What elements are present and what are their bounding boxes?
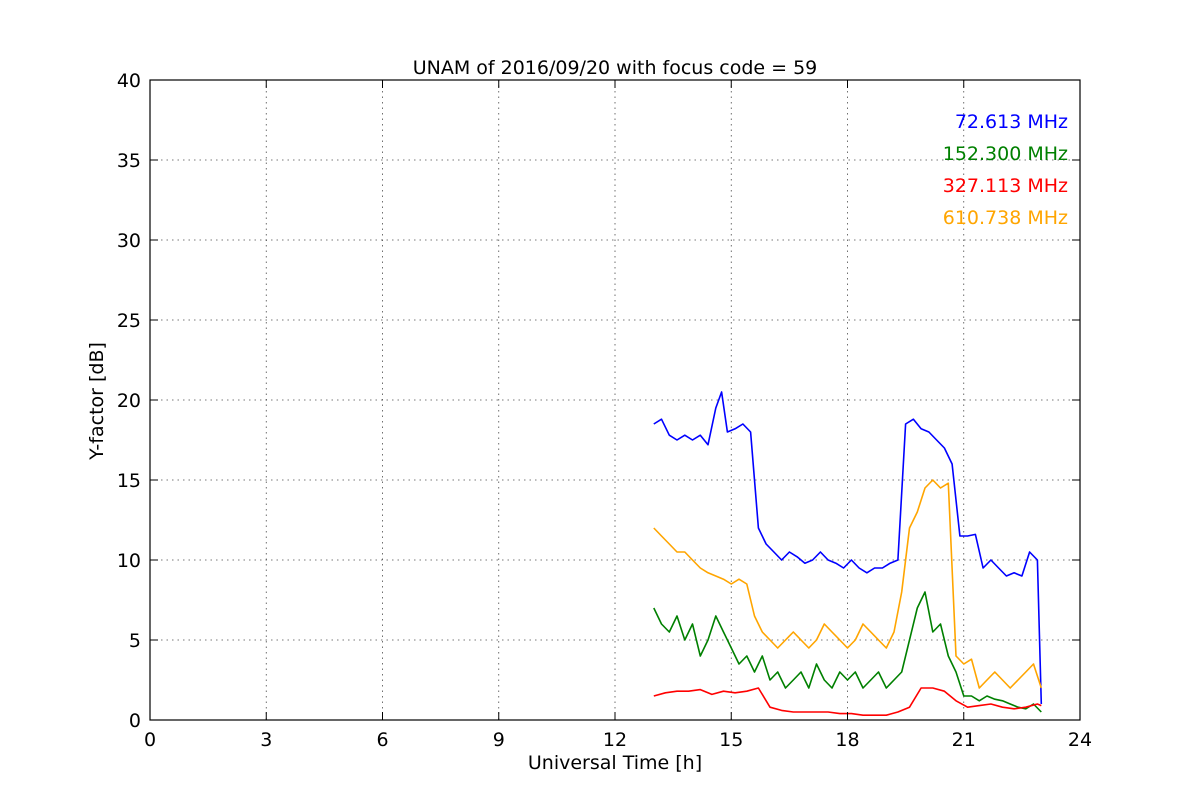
y-tick-label: 35 (117, 150, 141, 172)
x-tick-label: 9 (493, 729, 505, 751)
x-tick-label: 3 (260, 729, 272, 751)
x-tick-label: 0 (144, 729, 156, 751)
legend-entry: 152.300 MHz (943, 143, 1068, 165)
legend-entry: 72.613 MHz (955, 111, 1068, 133)
y-tick-label: 20 (117, 390, 141, 412)
legend-entry: 610.738 MHz (943, 207, 1068, 229)
line-chart: UNAM of 2016/09/20 with focus code = 59 … (86, 57, 1092, 774)
series-line (653, 479, 1043, 689)
x-tick-label: 15 (719, 729, 743, 751)
x-tick-label: 21 (952, 729, 976, 751)
y-tick-label: 40 (117, 70, 141, 92)
y-tick-label: 15 (117, 470, 141, 492)
x-axis-label: Universal Time [h] (528, 752, 702, 774)
y-tick-label: 5 (129, 630, 141, 652)
y-tick-label: 10 (117, 550, 141, 572)
y-tick-label: 0 (129, 710, 141, 732)
legend: 72.613 MHz 152.300 MHz 327.113 MHz 610.738 … (943, 111, 1068, 229)
x-tick-label: 18 (835, 729, 859, 751)
x-tick-label: 24 (1068, 729, 1092, 751)
chart-title: UNAM of 2016/09/20 with focus code = 59 (413, 57, 818, 79)
x-tick-label: 12 (603, 729, 627, 751)
legend-entry: 327.113 MHz (943, 175, 1068, 197)
x-tick-label: 6 (376, 729, 388, 751)
y-axis-label: Y-factor [dB] (86, 342, 108, 461)
y-tick-label: 30 (117, 230, 141, 252)
y-tick-label: 25 (117, 310, 141, 332)
